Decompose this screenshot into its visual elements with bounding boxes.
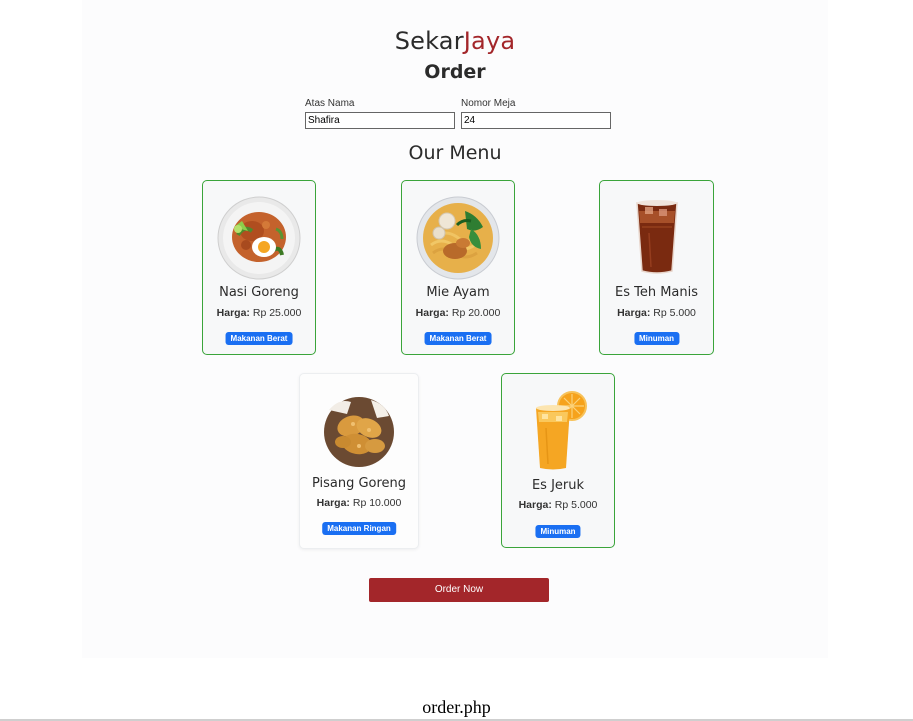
brand-name-part1: Sekar bbox=[394, 27, 464, 55]
price-label: Harga: bbox=[316, 497, 350, 509]
price-label: Harga: bbox=[415, 307, 449, 319]
brand-logo: SekarJaya bbox=[82, 27, 828, 55]
price-value: Rp 20.000 bbox=[451, 307, 501, 319]
atas-nama-group: Atas Nama bbox=[305, 98, 455, 129]
menu-card-mie-ayam[interactable]: Mie Ayam Harga: Rp 20.000 Makanan Berat bbox=[401, 180, 515, 355]
menu-item-name: Es Jeruk bbox=[531, 478, 585, 493]
nomor-meja-input[interactable] bbox=[461, 112, 611, 129]
price-value: Rp 10.000 bbox=[352, 497, 402, 509]
menu-item-price: Harga: Rp 10.000 bbox=[300, 497, 418, 509]
category-badge: Makanan Berat bbox=[225, 332, 293, 345]
atas-nama-input[interactable] bbox=[305, 112, 455, 129]
nomor-meja-label: Nomor Meja bbox=[461, 98, 516, 109]
category-badge: Minuman bbox=[633, 332, 680, 345]
page-caption: order.php bbox=[422, 697, 491, 717]
category-badge: Minuman bbox=[535, 525, 581, 538]
menu-heading: Our Menu bbox=[408, 142, 502, 164]
category-badge: Makanan Ringan bbox=[322, 522, 396, 535]
atas-nama-label: Atas Nama bbox=[305, 98, 355, 109]
category-badge: Makanan Berat bbox=[424, 332, 492, 345]
menu-item-name: Mie Ayam bbox=[426, 285, 490, 300]
mie-ayam-image bbox=[416, 196, 500, 280]
menu-item-price: Harga: Rp 25.000 bbox=[203, 307, 315, 319]
price-label: Harga: bbox=[617, 307, 651, 319]
menu-item-price: Harga: Rp 5.000 bbox=[600, 307, 713, 319]
menu-item-price: Harga: Rp 5.000 bbox=[502, 499, 614, 511]
nomor-meja-group: Nomor Meja bbox=[461, 98, 611, 129]
price-value: Rp 5.000 bbox=[554, 499, 598, 511]
menu-card-nasi-goreng[interactable]: Nasi Goreng Harga: Rp 25.000 Makanan Ber… bbox=[202, 180, 316, 355]
menu-item-name: Nasi Goreng bbox=[219, 285, 299, 300]
menu-card-es-teh-manis[interactable]: Es Teh Manis Harga: Rp 5.000 Minuman bbox=[599, 180, 714, 355]
menu-item-name: Pisang Goreng bbox=[311, 476, 407, 491]
orange-juice-image bbox=[536, 391, 587, 470]
brand-name-part2: Jaya bbox=[463, 27, 516, 55]
page-title: Order bbox=[424, 61, 486, 83]
order-page: SekarJaya Order Atas Nama Nomor Meja Our… bbox=[82, 0, 828, 658]
menu-card-pisang-goreng[interactable]: Pisang Goreng Harga: Rp 10.000 Makanan R… bbox=[299, 373, 419, 549]
price-label: Harga: bbox=[518, 499, 552, 511]
menu-item-price: Harga: Rp 20.000 bbox=[402, 307, 514, 319]
iced-tea-image bbox=[635, 200, 678, 274]
nasi-goreng-image bbox=[217, 196, 301, 280]
menu-item-name: Es Teh Manis bbox=[614, 285, 699, 300]
pisang-goreng-image bbox=[324, 397, 394, 467]
order-now-button[interactable]: Order Now bbox=[369, 578, 549, 602]
menu-card-es-jeruk[interactable]: Es Jeruk Harga: Rp 5.000 Minuman bbox=[501, 373, 615, 548]
price-value: Rp 5.000 bbox=[653, 307, 696, 319]
price-value: Rp 25.000 bbox=[252, 307, 302, 319]
price-label: Harga: bbox=[216, 307, 250, 319]
